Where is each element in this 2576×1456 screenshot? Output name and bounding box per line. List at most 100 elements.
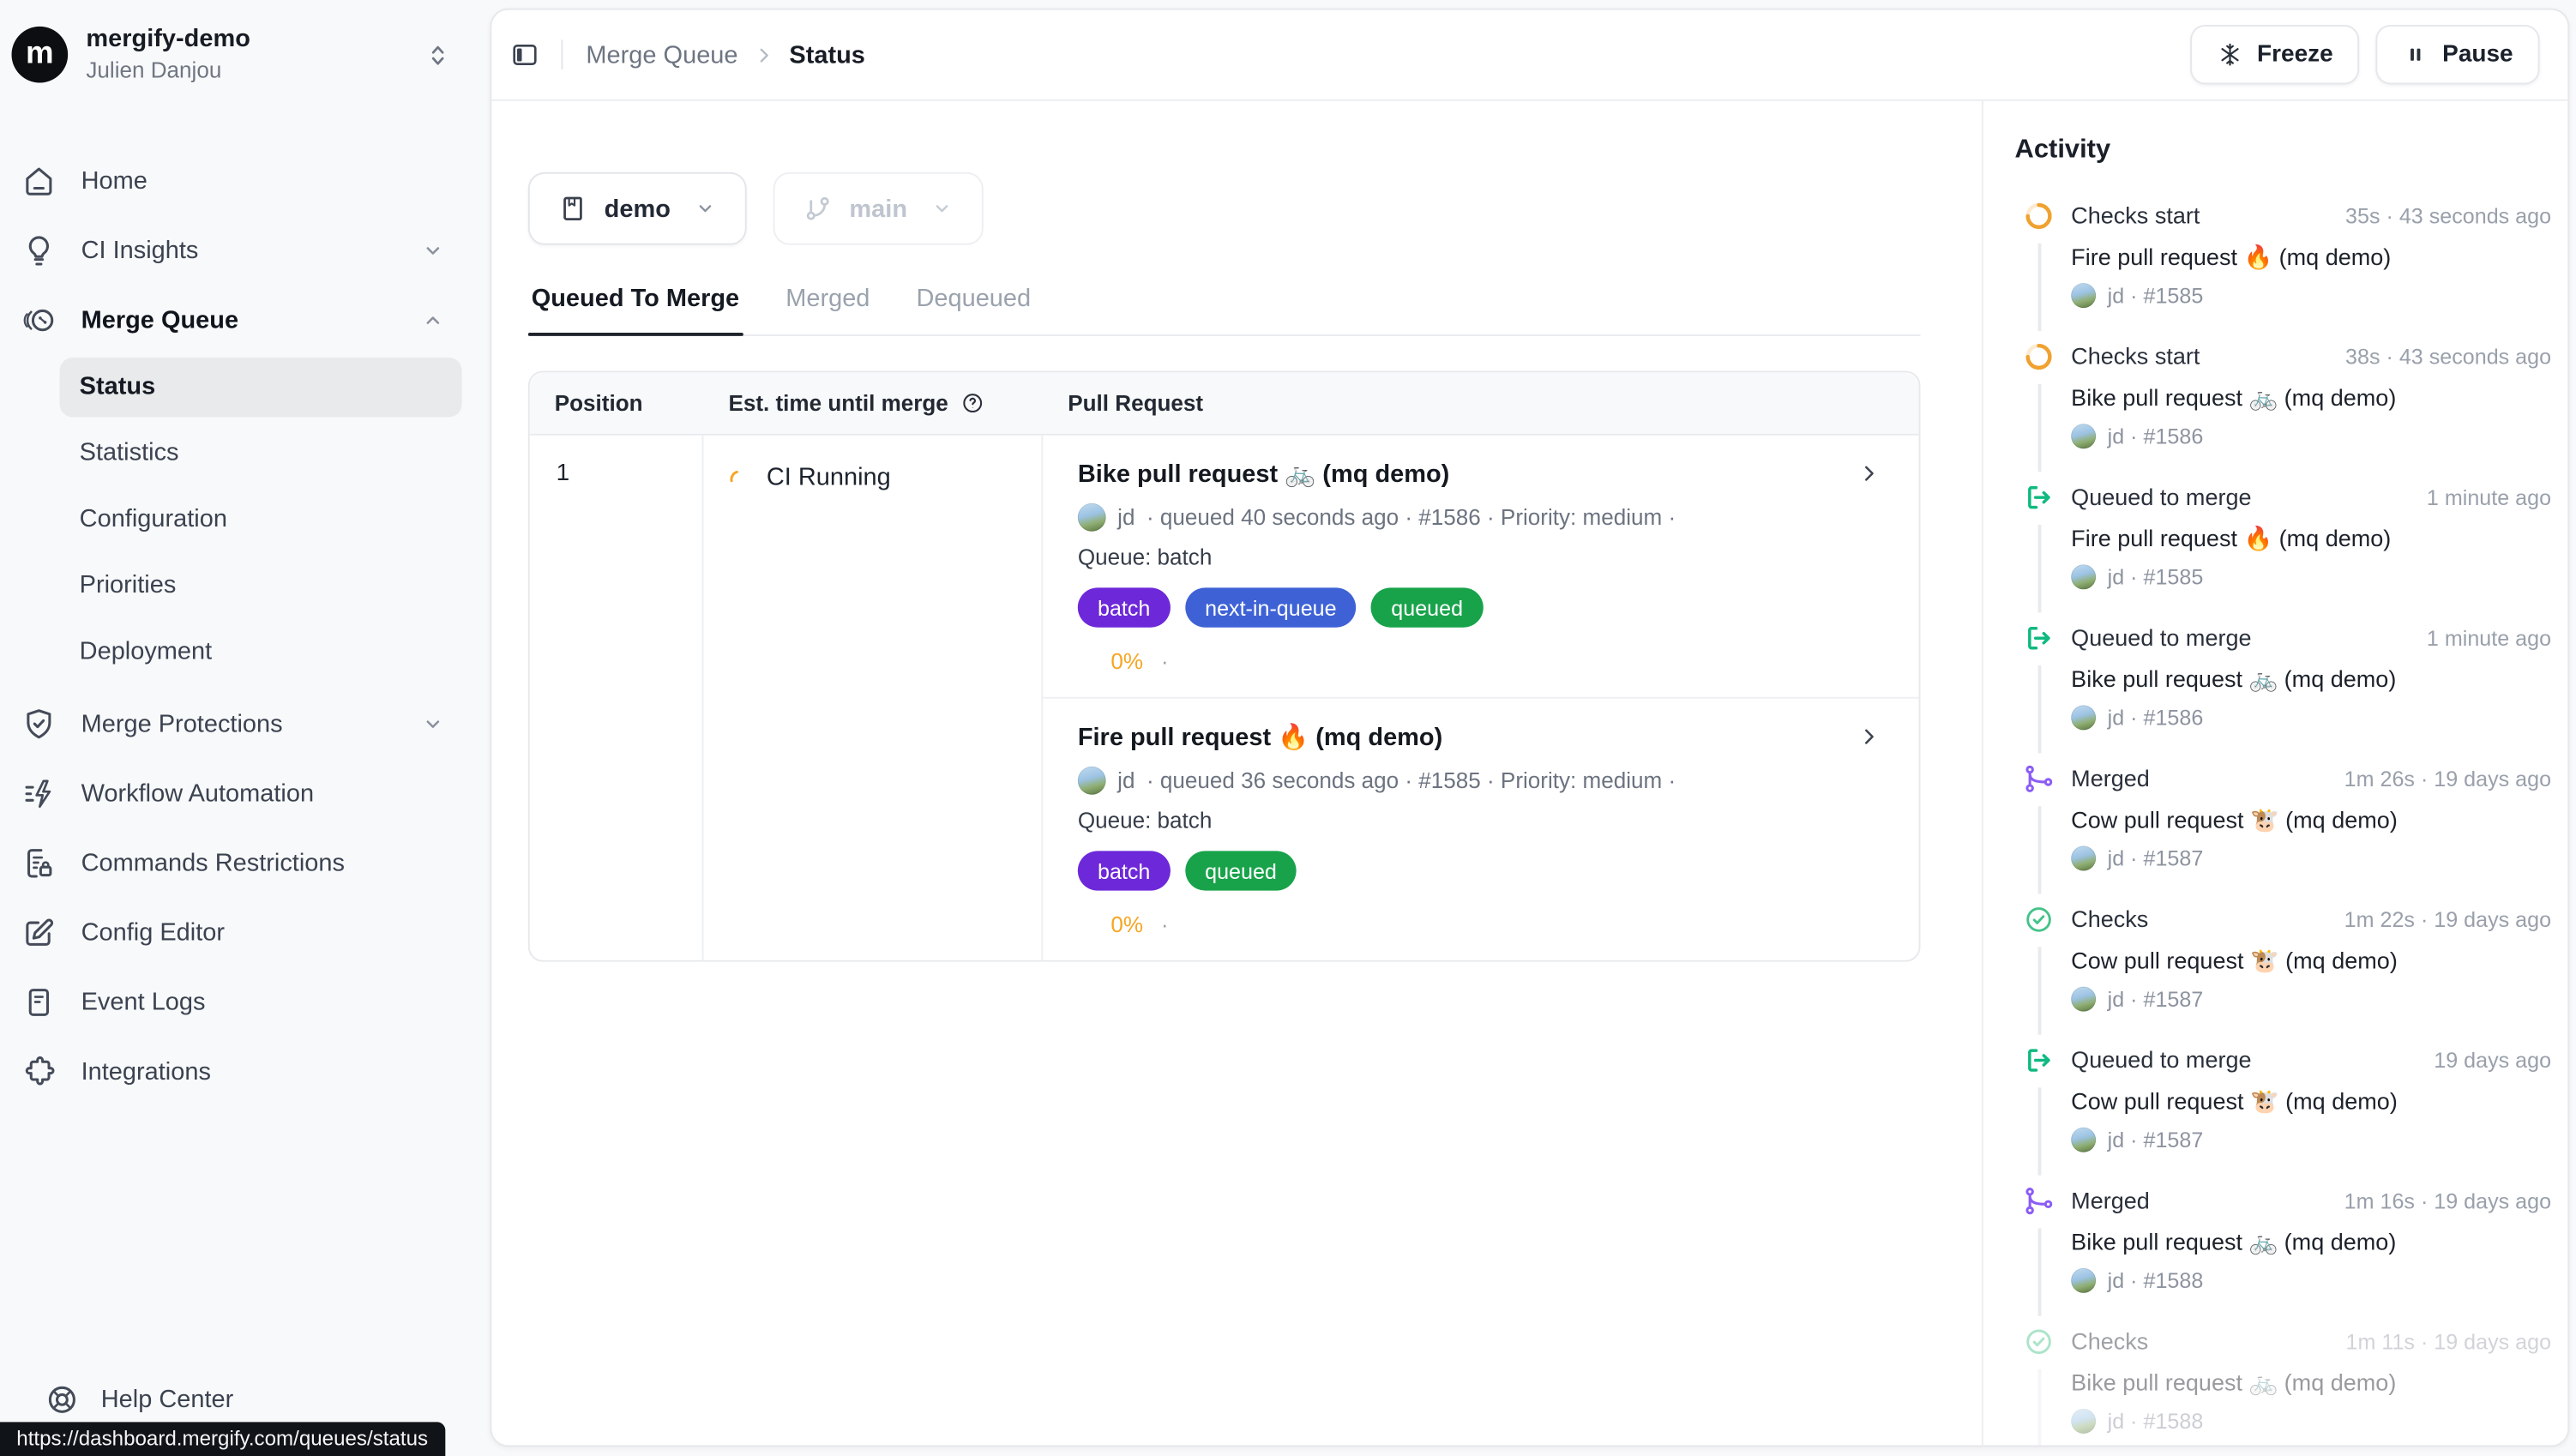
activity-row: Checks start 38s · 43 seconds ago [2071,343,2551,370]
sidebar-subitem[interactable]: Statistics [60,424,462,484]
sidebar-item: Commands Restrictions [20,830,461,896]
pr-progress-value: 0% [1110,912,1143,937]
activity-event-icon [2023,341,2055,373]
sidebar-item-row[interactable]: Event Logs [20,970,461,1036]
activity-author-row: jd · #1585 [2071,564,2551,589]
sidebar-item-row[interactable]: Integrations [20,1039,461,1105]
activity-pr-title[interactable]: Bike pull request 🚲 (mq demo) [2071,1369,2551,1398]
branch-select[interactable]: main [773,172,984,245]
position-cell: 1 [530,436,704,960]
sidebar-item-row[interactable]: Merge Protections [20,691,461,757]
label-badge-text: batch [1098,595,1150,620]
pull-request-card[interactable]: Fire pull request 🔥 (mq demo) jd · queue… [1043,697,1918,960]
pr-title[interactable]: Fire pull request 🔥 (mq demo) [1078,722,1442,752]
chevron-icon [420,1060,445,1085]
activity-author: jd · #1587 [2108,1128,2204,1152]
sidebar-subitem-label: Deployment [80,638,213,666]
pause-button[interactable]: Pause [2376,25,2540,85]
activity-pr-title[interactable]: Cow pull request 🐮 (mq demo) [2071,806,2551,834]
tab[interactable]: Merged [782,285,873,334]
activity-row: Merged 1m 16s · 19 days ago [2071,1187,2551,1213]
activity-item[interactable]: Checks 1m 22s · 19 days ago Cow pull req… [2015,905,2552,1012]
activity-item[interactable]: Merged 1m 26s · 19 days ago Cow pull req… [2015,765,2552,871]
sidebar-item-row[interactable]: CI Insights [20,218,461,284]
sidebar-item-row[interactable]: Workflow Automation [20,761,461,827]
sidebar-item: Merge Protections [20,691,461,757]
activity-item[interactable]: Checks 1m 11s · 19 days ago Bike pull re… [2015,1327,2552,1434]
org-switcher[interactable]: m mergify-demo Julien Danjou [0,0,490,109]
activity-list: Checks start 35s · 43 seconds ago Fire p… [2015,202,2552,1434]
pr-progress-separator: · [1161,912,1169,937]
activity-item[interactable]: Checks start 38s · 43 seconds ago Bike p… [2015,343,2552,449]
help-center-link[interactable]: Help Center [45,1381,233,1417]
activity-author: jd · #1588 [2108,1268,2204,1293]
activity-timestamp: 1m 22s · 19 days ago [2331,907,2551,932]
activity-event-icon [2023,623,2055,654]
chevron-right-icon[interactable] [1857,725,1881,749]
freeze-button[interactable]: Freeze [2191,25,2360,85]
label-badge-text: queued [1391,595,1463,620]
sidebar-item-row[interactable]: Home [20,148,461,214]
sidebar-subitem[interactable]: Configuration [60,490,462,550]
activity-item[interactable]: Merged 1m 16s · 19 days ago Bike pull re… [2015,1187,2552,1293]
activity-item[interactable]: Checks start 35s · 43 seconds ago Fire p… [2015,202,2552,309]
label-badge: queued [1371,587,1483,627]
tab[interactable]: Dequeued [913,285,1034,334]
activity-author-row: jd · #1588 [2071,1409,2551,1434]
activity-pr-title[interactable]: Bike pull request 🚲 (mq demo) [2071,384,2551,412]
app-root: m mergify-demo Julien Danjou Home [0,0,2576,1456]
avatar [2071,987,2096,1012]
sidebar-item-row[interactable]: Commands Restrictions [20,830,461,896]
sidebar-item-icon [21,233,57,268]
table-row: 1 CI Running Bike pull request 🚲 (mq dem… [530,436,1919,960]
queue-table: Position Est. time until merge Pull Requ… [528,370,1921,961]
activity-pr-title[interactable]: Cow pull request 🐮 (mq demo) [2071,947,2551,975]
column-position: Position [530,372,704,433]
pause-label: Pause [2442,41,2513,68]
chevron-right-icon[interactable] [1857,462,1881,485]
pr-author: jd [1117,768,1135,793]
sidebar-subitem[interactable]: Status [60,357,462,417]
tab[interactable]: Queued To Merge [528,285,743,334]
activity-item[interactable]: Queued to merge 1 minute ago Bike pull r… [2015,624,2552,731]
pr-progress-value: 0% [1110,649,1143,674]
activity-pr-title[interactable]: Fire pull request 🔥 (mq demo) [2071,525,2551,553]
label-badge-text: batch [1098,858,1150,883]
activity-pr-title[interactable]: Bike pull request 🚲 (mq demo) [2071,665,2551,694]
org-switch-icon[interactable] [424,41,452,69]
pull-request-card[interactable]: Bike pull request 🚲 (mq demo) jd · queue… [1043,436,1918,697]
activity-author: jd · #1588 [2108,1409,2204,1434]
sidebar-item-row[interactable]: Merge Queue [20,287,461,353]
activity-item[interactable]: Queued to merge 1 minute ago Fire pull r… [2015,484,2552,590]
sidebar-item-icon [21,777,57,812]
avatar [2071,424,2096,448]
activity-item[interactable]: Queued to merge 19 days ago Cow pull req… [2015,1046,2552,1152]
activity-author: jd · #1585 [2108,564,2204,589]
column-est-time-label: Est. time until merge [728,391,948,416]
pr-badges: batch queued [1078,851,1889,890]
page-header: Merge Queue Status Freeze Pause [491,10,2567,101]
sidebar-item-row[interactable]: Config Editor [20,900,461,966]
breadcrumb-section[interactable]: Merge Queue [586,40,737,69]
sidebar-subitem-label: Status [80,373,156,401]
activity-pr-title[interactable]: Bike pull request 🚲 (mq demo) [2071,1229,2551,1257]
column-pull-request-label: Pull Request [1068,391,1203,416]
lifebuoy-icon [45,1381,80,1417]
repository-select[interactable]: demo [528,172,747,245]
activity-event-icon [2023,763,2055,795]
sidebar-item-icon [21,304,57,339]
activity-pr-title[interactable]: Cow pull request 🐮 (mq demo) [2071,1087,2551,1116]
sidebar-toggle-icon[interactable] [510,39,540,69]
activity-event-label: Checks start [2071,202,2200,229]
sidebar-subitem[interactable]: Priorities [60,556,462,616]
activity-pr-title[interactable]: Fire pull request 🔥 (mq demo) [2071,244,2551,272]
pr-title[interactable]: Bike pull request 🚲 (mq demo) [1078,459,1450,489]
sidebar-subitem-label: Priorities [80,571,177,599]
ci-status-label: CI Running [767,464,891,492]
sidebar-subitem[interactable]: Deployment [60,622,462,682]
avatar [2071,1409,2096,1434]
sidebar-item-label: Home [81,167,147,196]
help-circle-icon[interactable] [960,391,984,416]
activity-row: Checks start 35s · 43 seconds ago [2071,202,2551,229]
column-pull-request: Pull Request [1043,372,1918,433]
